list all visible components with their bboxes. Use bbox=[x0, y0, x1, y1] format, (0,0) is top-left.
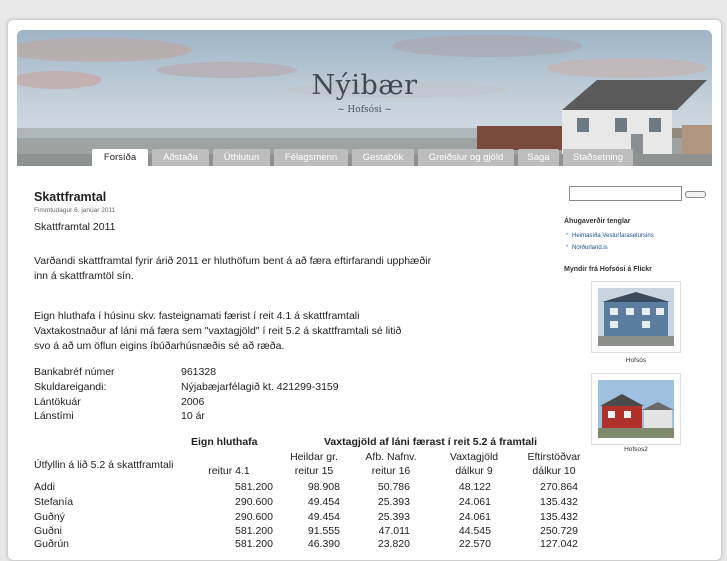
photo-caption: Hofsós bbox=[625, 357, 647, 364]
nav-tab-stadsetning[interactable]: Staðsetning bbox=[563, 149, 633, 166]
links-heading: Áhugaverðir tenglar bbox=[564, 218, 631, 225]
site-subtitle: ~ Hofsósi ~ bbox=[337, 105, 392, 115]
main-navigation: Forsíða Aðstaða Úthlutun Félagsmenn Gest… bbox=[17, 149, 712, 166]
loan-info-label: Lántökuár bbox=[34, 396, 81, 408]
table-cell: 47.011 bbox=[378, 525, 410, 537]
table-cell: 25.393 bbox=[377, 511, 410, 523]
nav-tab-uthlutun[interactable]: Úthlutun bbox=[213, 149, 270, 166]
nav-tab-adstada[interactable]: Aðstaða bbox=[152, 149, 209, 166]
sidebar-link[interactable]: Heimasíða Vesturfarasetursins bbox=[572, 233, 654, 239]
table-cell: 581.200 bbox=[235, 481, 273, 493]
table-row-name: Guðný bbox=[34, 511, 65, 523]
loan-info-label: Lánstími bbox=[34, 410, 74, 422]
sidebar-link[interactable]: Norðurland.is bbox=[572, 245, 608, 251]
search-input[interactable] bbox=[569, 186, 682, 201]
post-title[interactable]: Skattframtal bbox=[34, 190, 106, 204]
table-cell: 22.570 bbox=[458, 538, 491, 550]
paragraph-line: Vaxtakostnaður af láni má færa sem "vaxt… bbox=[34, 325, 402, 337]
loan-info-label: Bankabréf númer bbox=[34, 366, 115, 378]
table-cell: 24.061 bbox=[458, 496, 491, 508]
table-col-header: Eftirstöðvar bbox=[527, 451, 581, 463]
nav-tab-forsida[interactable]: Forsíða bbox=[92, 149, 148, 166]
table-cell: 270.864 bbox=[540, 481, 578, 493]
flickr-photo[interactable] bbox=[591, 373, 681, 445]
paragraph-line: Varðandi skattframtal fyrir árið 2011 er… bbox=[34, 255, 432, 267]
table-cell: 24.061 bbox=[458, 511, 491, 523]
table-row-name: Addi bbox=[34, 481, 56, 493]
table-col-header: reitur 16 bbox=[371, 465, 411, 477]
nav-tab-gestabok[interactable]: Gestabók bbox=[352, 149, 414, 166]
flickr-photo[interactable] bbox=[591, 281, 681, 353]
loan-info-label: Skuldareigandi: bbox=[34, 381, 107, 393]
photo-caption: Hofsos2 bbox=[624, 446, 648, 453]
table-cell: 581.200 bbox=[235, 538, 273, 550]
table-group-header: Eign hluthafa bbox=[191, 436, 258, 448]
table-row-name: Stefanía bbox=[34, 496, 74, 508]
table-cell: 49.454 bbox=[307, 511, 340, 523]
bullet-icon: • bbox=[566, 244, 569, 250]
table-col-header: dálkur 9 bbox=[455, 465, 493, 477]
paragraph-line: inn á skattframtöl sín. bbox=[34, 270, 134, 282]
table-row-label-header: Útfyllin á lið 5.2 á skattframtali bbox=[34, 459, 174, 471]
table-cell: 98.908 bbox=[307, 481, 340, 493]
table-col-header: dálkur 10 bbox=[532, 465, 576, 477]
table-cell: 581.200 bbox=[235, 525, 273, 537]
post-intro: Skattframtal 2011 bbox=[34, 221, 116, 233]
site-title[interactable]: Nýibær bbox=[17, 70, 712, 101]
table-cell: 91.555 bbox=[307, 525, 340, 537]
post-date: Fimmtudagur 6. janúar 2011 bbox=[34, 207, 116, 214]
table-col-header: reitur 15 bbox=[294, 465, 334, 477]
paragraph-line: svo á að um öflun eigins íbúðarhúsnæðis … bbox=[34, 340, 285, 352]
table-cell: 50.786 bbox=[377, 481, 410, 493]
table-cell: 25.393 bbox=[377, 496, 410, 508]
table-col-header: reitur 4.1 bbox=[208, 465, 250, 477]
table-cell: 49.454 bbox=[307, 496, 340, 508]
photo-house-blue bbox=[592, 282, 680, 352]
table-cell: 135.432 bbox=[540, 496, 578, 508]
loan-info-value: Nýjabæjarfélagið kt. 421299-3159 bbox=[181, 381, 339, 393]
table-cell: 135.432 bbox=[540, 511, 578, 523]
table-row-name: Guðni bbox=[34, 525, 63, 537]
table-cell: 250.729 bbox=[540, 525, 578, 537]
site-header: Nýibær ~ Hofsósi ~ Forsíða Aðstaða Úthlu… bbox=[17, 30, 712, 166]
table-col-header: Vaxtagjöld bbox=[449, 451, 499, 463]
loan-info-value: 2006 bbox=[181, 396, 205, 408]
table-row-name: Guðrún bbox=[34, 538, 70, 550]
flickr-heading: Myndir frá Hofsósi á Flickr bbox=[564, 266, 652, 273]
table-cell: 290.600 bbox=[235, 496, 273, 508]
table-col-header: Heildar gr. bbox=[290, 451, 338, 463]
table-cell: 48.122 bbox=[458, 481, 491, 493]
table-cell: 44.545 bbox=[458, 525, 491, 537]
photo-house-red bbox=[592, 374, 680, 444]
loan-info-value: 961328 bbox=[181, 366, 217, 378]
table-cell: 290.600 bbox=[235, 511, 273, 523]
table-cell: 127.042 bbox=[540, 538, 578, 550]
table-group-header: Vaxtagjöld af láni færast í reit 5.2 á f… bbox=[324, 436, 537, 448]
bullet-icon: • bbox=[566, 232, 569, 238]
nav-tab-greidslur-og-gjold[interactable]: Greiðslur og gjöld bbox=[418, 149, 514, 166]
table-cell: 23.820 bbox=[377, 538, 410, 550]
table-cell: 46.390 bbox=[307, 538, 340, 550]
nav-tab-felagsmenn[interactable]: Félagsmenn bbox=[274, 149, 348, 166]
loan-info-value: 10 ár bbox=[181, 410, 205, 422]
nav-tab-saga[interactable]: Saga bbox=[518, 149, 559, 166]
paragraph-line: Eign hluthafa í húsinu skv. fasteignamat… bbox=[34, 310, 360, 322]
search-button[interactable] bbox=[685, 191, 706, 198]
table-col-header: Afb. Nafnv. bbox=[365, 451, 417, 463]
